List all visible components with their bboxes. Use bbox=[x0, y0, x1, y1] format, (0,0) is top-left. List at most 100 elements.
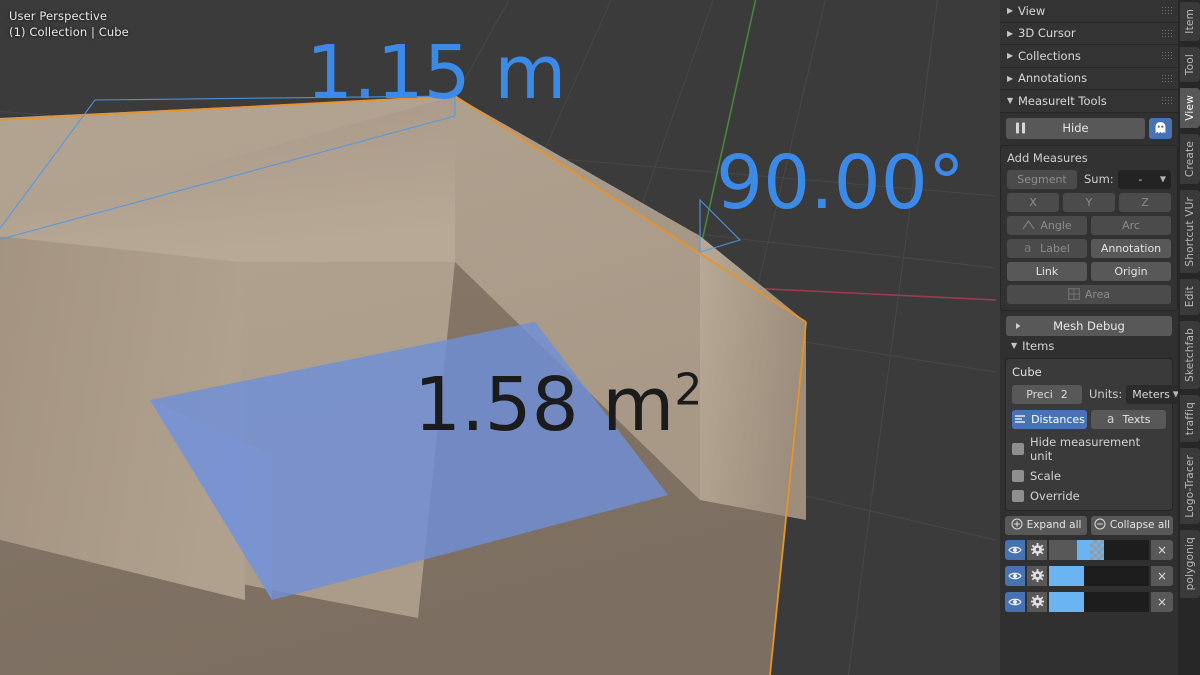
panel-title-view: View bbox=[1018, 3, 1046, 18]
swatch-gray-segment bbox=[1049, 539, 1077, 560]
annotation-button[interactable]: Annotation bbox=[1091, 238, 1171, 258]
sum-dropdown[interactable]: - ▼ bbox=[1117, 169, 1171, 189]
checkbox-scale[interactable]: Scale bbox=[1012, 469, 1166, 483]
units-dropdown[interactable]: Meters ▼ bbox=[1126, 384, 1178, 404]
area-button-label: Area bbox=[1084, 287, 1111, 301]
table-row[interactable]: × bbox=[1005, 591, 1173, 612]
close-icon: × bbox=[1156, 594, 1168, 609]
area-button[interactable]: Area bbox=[1007, 284, 1171, 304]
settings-button[interactable] bbox=[1027, 591, 1047, 612]
tab-label: traffiq bbox=[1184, 401, 1196, 435]
tab-sketchfab[interactable]: Sketchfab bbox=[1180, 320, 1200, 389]
precision-units-row: Preci 2 Units: Meters ▼ bbox=[1012, 384, 1178, 404]
tab-view[interactable]: View bbox=[1180, 87, 1200, 128]
units-label: Units: bbox=[1089, 387, 1123, 401]
eye-icon bbox=[1008, 572, 1022, 579]
ghost-toggle-button[interactable] bbox=[1149, 117, 1172, 139]
settings-button[interactable] bbox=[1027, 565, 1047, 586]
swatch-color-segment bbox=[1049, 565, 1084, 586]
tab-label: Tool bbox=[1184, 53, 1196, 75]
tab-edit[interactable]: Edit bbox=[1180, 279, 1200, 315]
properties-sidepanel: ▶ View ▶ 3D Cursor ▶ Collections ▶ Annot… bbox=[1000, 0, 1178, 675]
tab-tool[interactable]: Tool bbox=[1180, 46, 1200, 82]
table-row[interactable]: × bbox=[1005, 539, 1173, 560]
swatch-color-segment bbox=[1077, 539, 1090, 560]
drag-grip-icon[interactable] bbox=[1161, 73, 1172, 83]
delete-button[interactable]: × bbox=[1151, 539, 1173, 560]
origin-button-label: Origin bbox=[1114, 264, 1148, 278]
origin-button[interactable]: Origin bbox=[1091, 261, 1171, 281]
drag-grip-icon[interactable] bbox=[1161, 96, 1172, 106]
axis-z-button[interactable]: Z bbox=[1119, 192, 1171, 212]
3d-viewport[interactable]: User Perspective (1) Collection | Cube 1… bbox=[0, 0, 996, 675]
visibility-toggle-button[interactable] bbox=[1005, 591, 1025, 612]
measurement-area-exponent: 2 bbox=[674, 364, 703, 416]
delete-button[interactable]: × bbox=[1151, 565, 1173, 586]
panel-header-annotations[interactable]: ▶ Annotations bbox=[1000, 67, 1178, 90]
segment-sum-row: Segment Sum: - ▼ bbox=[1007, 169, 1171, 189]
angle-icon bbox=[1022, 220, 1035, 230]
viewport-perspective-label: User Perspective bbox=[9, 9, 108, 23]
arc-button[interactable]: Arc bbox=[1091, 215, 1171, 235]
tab-traffiq[interactable]: traffiq bbox=[1180, 394, 1200, 442]
color-swatch[interactable] bbox=[1049, 565, 1149, 586]
visibility-toggle-button[interactable] bbox=[1005, 539, 1025, 560]
checkbox-hide-measurement-unit[interactable]: Hide measurement unit bbox=[1012, 435, 1166, 463]
link-button[interactable]: Link bbox=[1007, 261, 1087, 281]
collapse-all-button[interactable]: Collapse all bbox=[1091, 515, 1173, 535]
blender-window: User Perspective (1) Collection | Cube 1… bbox=[0, 0, 1200, 675]
segment-button[interactable]: Segment bbox=[1007, 169, 1077, 189]
color-swatch[interactable] bbox=[1049, 539, 1149, 560]
hide-button[interactable]: Hide bbox=[1006, 117, 1145, 139]
tab-logo-tracer[interactable]: Logo-Tracer bbox=[1180, 447, 1200, 525]
label-button[interactable]: a Label bbox=[1007, 238, 1087, 258]
color-swatch[interactable] bbox=[1049, 591, 1149, 612]
gear-icon bbox=[1030, 595, 1044, 608]
visibility-toggle-button[interactable] bbox=[1005, 565, 1025, 586]
chevron-right-icon bbox=[1014, 322, 1022, 330]
panel-header-collections[interactable]: ▶ Collections bbox=[1000, 45, 1178, 68]
drag-grip-icon[interactable] bbox=[1161, 6, 1172, 16]
panel-header-measureit-tools[interactable]: ▼ MeasureIt Tools bbox=[1000, 90, 1178, 113]
axis-y-button[interactable]: Y bbox=[1063, 192, 1115, 212]
tab-label: View bbox=[1184, 94, 1196, 121]
distances-icon bbox=[1014, 414, 1026, 424]
precision-field[interactable]: Preci 2 bbox=[1012, 384, 1082, 404]
chevron-down-icon: ▼ bbox=[1159, 174, 1166, 184]
tab-shortcut-vur[interactable]: Shortcut VUr bbox=[1180, 189, 1200, 274]
panel-header-3d-cursor[interactable]: ▶ 3D Cursor bbox=[1000, 22, 1178, 45]
checkbox-box[interactable] bbox=[1012, 489, 1024, 502]
mesh-debug-wrap: Mesh Debug bbox=[1000, 315, 1178, 336]
area-row: Area bbox=[1007, 284, 1171, 304]
label-annotation-row: a Label Annotation bbox=[1007, 238, 1171, 258]
drag-grip-icon[interactable] bbox=[1161, 51, 1172, 61]
viewport-collection-label: (1) Collection | Cube bbox=[9, 25, 129, 39]
items-header-label: Items bbox=[1022, 338, 1055, 353]
items-header[interactable]: ▼ Items bbox=[1000, 336, 1178, 356]
expand-all-button[interactable]: Expand all bbox=[1005, 515, 1087, 535]
mesh-debug-label: Mesh Debug bbox=[1053, 318, 1125, 333]
delete-button[interactable]: × bbox=[1151, 591, 1173, 612]
chevron-right-icon: ▶ bbox=[1007, 51, 1014, 61]
expand-collapse-row: Expand all Collapse all bbox=[1005, 515, 1173, 535]
add-measures-subpanel: Add Measures Segment Sum: - ▼ X Y Z Angl… bbox=[1000, 144, 1178, 311]
tab-polygoniq[interactable]: polygoniq bbox=[1180, 530, 1200, 598]
mesh-debug-button[interactable]: Mesh Debug bbox=[1006, 315, 1172, 336]
panel-header-view[interactable]: ▶ View bbox=[1000, 0, 1178, 23]
drag-grip-icon[interactable] bbox=[1161, 28, 1172, 38]
label-button-label: Label bbox=[1040, 241, 1070, 255]
measurement-angle-label: 90.00° bbox=[716, 140, 965, 226]
checkbox-box[interactable] bbox=[1012, 469, 1024, 482]
distances-tab-button[interactable]: Distances bbox=[1012, 409, 1087, 429]
table-row[interactable]: × bbox=[1005, 565, 1173, 586]
texts-tab-button[interactable]: a Texts bbox=[1091, 409, 1166, 429]
tab-item[interactable]: Item bbox=[1180, 2, 1200, 41]
angle-button[interactable]: Angle bbox=[1007, 215, 1087, 235]
checkbox-override[interactable]: Override bbox=[1012, 489, 1166, 503]
expand-all-label: Expand all bbox=[1026, 519, 1082, 531]
tab-create[interactable]: Create bbox=[1180, 133, 1200, 184]
gear-icon bbox=[1030, 543, 1044, 556]
checkbox-box[interactable] bbox=[1012, 442, 1024, 455]
settings-button[interactable] bbox=[1027, 539, 1047, 560]
axis-x-button[interactable]: X bbox=[1007, 192, 1059, 212]
